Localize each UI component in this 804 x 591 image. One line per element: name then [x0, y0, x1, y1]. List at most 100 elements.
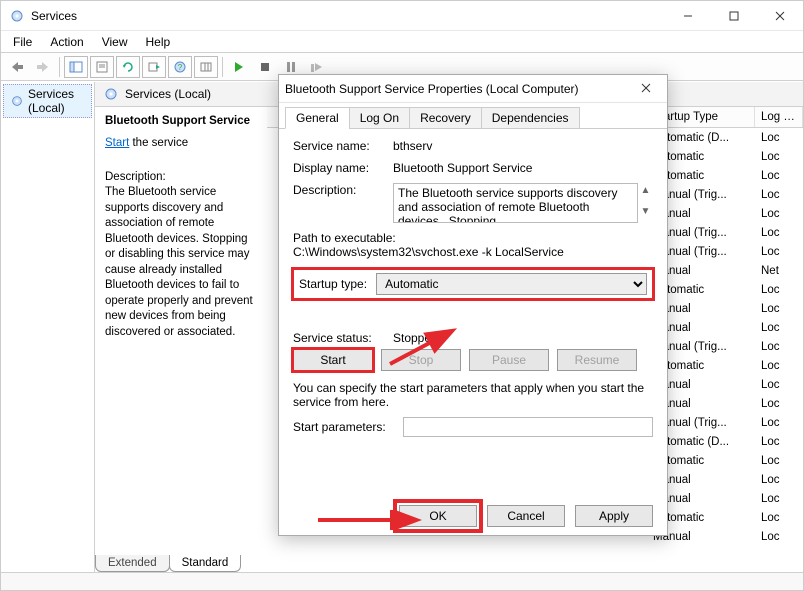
cell-log-on-as: Loc	[755, 341, 803, 353]
cell-log-on-as: Loc	[755, 284, 803, 296]
dialog-close-button[interactable]	[631, 82, 661, 96]
dialog-title: Bluetooth Support Service Properties (Lo…	[285, 82, 631, 96]
show-hide-tree-button[interactable]	[64, 56, 88, 78]
table-row[interactable]: Automatic (D...Loc	[647, 432, 803, 451]
table-row[interactable]: ManualLoc	[647, 375, 803, 394]
cell-log-on-as: Loc	[755, 531, 803, 543]
table-row[interactable]: AutomaticLoc	[647, 280, 803, 299]
menu-action[interactable]: Action	[42, 33, 91, 51]
tab-extended[interactable]: Extended	[95, 555, 170, 572]
services-gear-icon	[10, 94, 24, 108]
description-body: The Bluetooth service supports discovery…	[105, 185, 257, 340]
tab-log-on[interactable]: Log On	[349, 107, 410, 129]
scroll-down-icon[interactable]: ▼	[641, 206, 651, 217]
table-row[interactable]: Manual (Trig...Loc	[647, 337, 803, 356]
tab-dependencies[interactable]: Dependencies	[481, 107, 580, 129]
table-row[interactable]: AutomaticLoc	[647, 166, 803, 185]
label-display-name: Display name:	[293, 161, 393, 175]
table-row[interactable]: Manual (Trig...Loc	[647, 242, 803, 261]
cell-log-on-as: Loc	[755, 132, 803, 144]
table-row[interactable]: ManualLoc	[647, 527, 803, 546]
detail-header-label: Services (Local)	[125, 87, 211, 101]
console-tree: Services (Local)	[1, 82, 95, 572]
properties-button[interactable]	[90, 56, 114, 78]
close-button[interactable]	[757, 1, 803, 31]
tab-recovery[interactable]: Recovery	[409, 107, 482, 129]
back-button[interactable]	[5, 56, 29, 78]
footer-tabs: Extended Standard	[95, 550, 240, 572]
cell-log-on-as: Loc	[755, 512, 803, 524]
table-row[interactable]: Manual (Trig...Loc	[647, 185, 803, 204]
services-gear-icon	[103, 86, 119, 102]
col-log-on-as[interactable]: Log …	[755, 107, 803, 127]
table-row[interactable]: AutomaticLoc	[647, 147, 803, 166]
startup-type-select[interactable]: Automatic	[376, 273, 647, 295]
table-row[interactable]: Automatic (D...Loc	[647, 128, 803, 147]
label-service-name: Service name:	[293, 139, 393, 153]
table-row[interactable]: ManualLoc	[647, 299, 803, 318]
tab-general[interactable]: General	[285, 107, 350, 129]
cancel-button[interactable]: Cancel	[487, 505, 565, 527]
tab-standard[interactable]: Standard	[169, 555, 242, 572]
minimize-button[interactable]	[665, 1, 711, 31]
cell-log-on-as: Loc	[755, 227, 803, 239]
menu-view[interactable]: View	[94, 33, 136, 51]
dialog-tabs: General Log On Recovery Dependencies	[279, 103, 667, 129]
value-path: C:\Windows\system32\svchost.exe -k Local…	[293, 245, 653, 259]
table-row[interactable]: ManualLoc	[647, 394, 803, 413]
resume-button: Resume	[557, 349, 637, 371]
label-start-params: Start parameters:	[293, 420, 403, 434]
service-control-buttons: Start Stop Pause Resume	[293, 349, 653, 371]
selected-service-name: Bluetooth Support Service	[105, 115, 257, 127]
startup-type-row: Startup type: Automatic	[293, 269, 653, 299]
maximize-button[interactable]	[711, 1, 757, 31]
table-row[interactable]: ManualLoc	[647, 204, 803, 223]
stop-button[interactable]	[253, 56, 277, 78]
start-button[interactable]: Start	[293, 349, 373, 371]
apply-button[interactable]: Apply	[575, 505, 653, 527]
table-row[interactable]: ManualLoc	[647, 318, 803, 337]
description-scrollbar[interactable]: ▲ ▼	[638, 183, 653, 223]
label-startup-type: Startup type:	[299, 277, 376, 291]
pause-button: Pause	[469, 349, 549, 371]
menubar: File Action View Help	[1, 31, 803, 53]
cell-log-on-as: Loc	[755, 360, 803, 372]
dialog-titlebar: Bluetooth Support Service Properties (Lo…	[279, 75, 667, 103]
detail-sidebar: Bluetooth Support Service Start the serv…	[95, 107, 267, 549]
cell-log-on-as: Loc	[755, 189, 803, 201]
value-display-name: Bluetooth Support Service	[393, 161, 653, 175]
dialog-body: Service name: bthserv Display name: Blue…	[279, 129, 667, 453]
cell-log-on-as: Loc	[755, 474, 803, 486]
description-textarea[interactable]: The Bluetooth service supports discovery…	[393, 183, 638, 223]
help-button[interactable]: ?	[168, 56, 192, 78]
cell-log-on-as: Loc	[755, 170, 803, 182]
menu-help[interactable]: Help	[138, 33, 179, 51]
table-row[interactable]: Manual (Trig...Loc	[647, 413, 803, 432]
menu-file[interactable]: File	[5, 33, 40, 51]
tree-services-local[interactable]: Services (Local)	[3, 84, 92, 118]
play-button[interactable]	[227, 56, 251, 78]
table-row[interactable]: Manual (Trig...Loc	[647, 223, 803, 242]
label-path: Path to executable:	[293, 231, 653, 245]
columns-button[interactable]	[194, 56, 218, 78]
table-row[interactable]: ManualLoc	[647, 470, 803, 489]
services-gear-icon	[9, 8, 25, 24]
table-row[interactable]: AutomaticLoc	[647, 451, 803, 470]
forward-button[interactable]	[31, 56, 55, 78]
export-button[interactable]	[142, 56, 166, 78]
annotation-arrow-startup	[384, 324, 464, 370]
start-service-line: Start the service	[105, 137, 257, 149]
cell-log-on-as: Loc	[755, 322, 803, 334]
cell-log-on-as: Loc	[755, 493, 803, 505]
table-row[interactable]: AutomaticLoc	[647, 508, 803, 527]
start-service-link[interactable]: Start	[105, 137, 129, 149]
table-row[interactable]: ManualLoc	[647, 489, 803, 508]
refresh-button[interactable]	[116, 56, 140, 78]
start-service-rest: the service	[129, 137, 188, 149]
cell-log-on-as: Loc	[755, 208, 803, 220]
table-row[interactable]: ManualNet	[647, 261, 803, 280]
scroll-up-icon[interactable]: ▲	[641, 185, 651, 196]
value-service-name: bthserv	[393, 139, 653, 153]
start-params-input[interactable]	[403, 417, 653, 437]
table-row[interactable]: AutomaticLoc	[647, 356, 803, 375]
